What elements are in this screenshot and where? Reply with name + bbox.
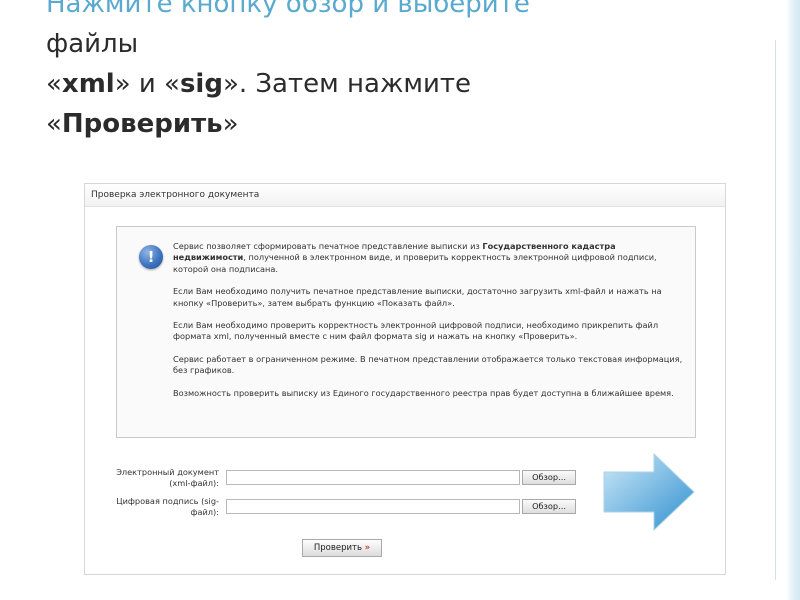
info-paragraph-4: Сервис работает в ограниченном режиме. В… (173, 353, 683, 376)
arrow-right-icon (603, 452, 695, 532)
headline-check: Проверить (61, 109, 223, 139)
sig-browse-button[interactable]: Обзор... (522, 499, 576, 514)
exclamation-icon: ! (139, 245, 163, 269)
info-paragraph-5: Возможность проверить выписку из Единого… (173, 387, 674, 398)
headline-line-1: Нажмите кнопку обзор и выберите (46, 0, 530, 19)
headline-line-3: «xml» и «sig». Затем нажмите (46, 69, 472, 99)
sig-file-label: Цифровая подпись (sig- файл): (116, 496, 219, 517)
xml-browse-button[interactable]: Обзор... (522, 470, 576, 485)
headline-xml: xml (61, 69, 115, 99)
info-paragraph-3: Если Вам необходимо проверить корректнос… (173, 320, 659, 342)
check-button[interactable]: Проверить » (302, 539, 382, 557)
check-arrow-icon: » (364, 543, 371, 553)
xml-file-input[interactable] (226, 470, 520, 485)
slide-headline: Нажмите кнопку обзор и выберите файлы «x… (46, 0, 746, 144)
info-paragraph-2: Если Вам необходимо получить печатное пр… (173, 286, 662, 308)
info-box: ! Сервис позволяет сформировать печатное… (116, 226, 696, 438)
slide-frame-right (786, 0, 800, 600)
info-text: Сервис позволяет сформировать печатное п… (173, 241, 683, 410)
xml-file-label: Электронный документ (xml-файл): (116, 467, 219, 488)
panel-title: Проверка электронного документа (85, 184, 725, 207)
sig-file-input[interactable] (226, 499, 520, 514)
headline-line-2: файлы (46, 29, 139, 59)
slide-frame-line (775, 40, 776, 580)
info-paragraph-1: Сервис позволяет сформировать печатное п… (173, 241, 657, 274)
headline-sig: sig (179, 69, 223, 99)
headline-line-4: «Проверить» (46, 109, 239, 139)
